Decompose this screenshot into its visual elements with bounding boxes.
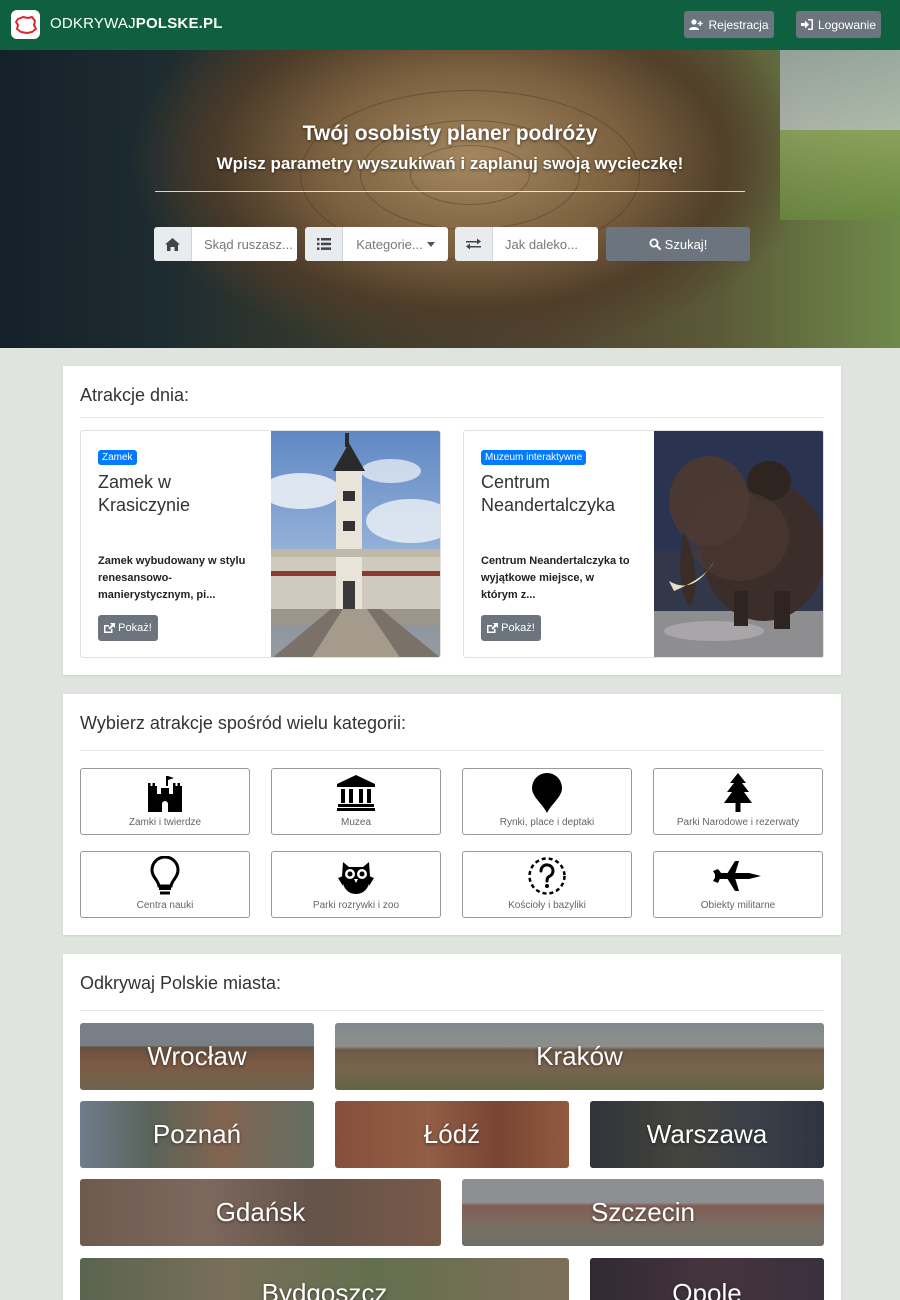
category-label: Rynki, place i deptaki bbox=[499, 817, 595, 828]
fighter-jet-icon bbox=[654, 856, 822, 896]
category-castles[interactable]: Zamki i twierdze bbox=[80, 768, 250, 835]
city-tile-bydgoszcz[interactable]: Bydgoszcz bbox=[80, 1258, 569, 1300]
city-tile-warszawa[interactable]: Warszawa bbox=[590, 1101, 824, 1168]
login-label: Logowanie bbox=[817, 17, 877, 32]
divider bbox=[80, 750, 824, 751]
user-plus-icon bbox=[689, 19, 704, 30]
mammoth-photo bbox=[654, 431, 823, 657]
category-badge: Zamek bbox=[98, 450, 137, 465]
divider bbox=[80, 417, 824, 418]
categories-title: Wybierz atrakcje spośród wielu kategorii… bbox=[80, 713, 406, 733]
distance-input[interactable]: Jak daleko... bbox=[493, 227, 598, 261]
attraction-description: Zamek wybudowany w stylu renesansowo-man… bbox=[98, 555, 246, 601]
museum-icon bbox=[272, 773, 440, 813]
city-name: Wrocław bbox=[147, 1041, 247, 1071]
brand-bold-text: POLSKE.PL bbox=[135, 15, 223, 32]
show-button[interactable]: Pokaż! bbox=[98, 615, 158, 641]
hero-subtitle: Wpisz parametry wyszukiwań i zaplanuj sw… bbox=[216, 154, 684, 173]
attractions-panel: Atrakcje dnia: Zamek Zamek w Krasiczynie… bbox=[63, 366, 841, 675]
brand-name[interactable]: ODKRYWAJPOLSKE.PL bbox=[50, 15, 223, 32]
city-tile-lodz[interactable]: Łódź bbox=[335, 1101, 569, 1168]
register-button[interactable]: Rejestracja bbox=[684, 11, 774, 38]
city-tile-wroclaw[interactable]: Wrocław bbox=[80, 1023, 314, 1090]
city-tile-poznan[interactable]: Poznań bbox=[80, 1101, 314, 1168]
lightbulb-icon bbox=[81, 856, 249, 896]
hero-title: Twój osobisty planer podróży bbox=[302, 122, 598, 145]
login-button[interactable]: Logowanie bbox=[796, 11, 881, 38]
search-button[interactable]: Szukaj! bbox=[606, 227, 750, 261]
categories-panel: Wybierz atrakcje spośród wielu kategorii… bbox=[63, 694, 841, 935]
category-input-group: Kategorie... bbox=[305, 227, 448, 261]
category-label: Parki Narodowe i rezerwaty bbox=[676, 817, 800, 828]
category-badge: Muzeum interaktywne bbox=[481, 450, 587, 465]
attraction-title[interactable]: Zamek w Krasiczynie bbox=[98, 471, 258, 517]
logo-poland-map-icon[interactable] bbox=[11, 10, 40, 39]
category-label: Kościoły i bazyliki bbox=[508, 900, 586, 911]
attractions-title: Atrakcje dnia: bbox=[80, 385, 190, 405]
share-icon bbox=[104, 623, 116, 633]
from-input-group: Skąd ruszasz... bbox=[154, 227, 297, 261]
attraction-title[interactable]: Centrum Neandertalczyka bbox=[481, 471, 641, 517]
share-icon bbox=[487, 623, 499, 633]
from-input[interactable]: Skąd ruszasz... bbox=[192, 227, 297, 261]
category-science-centers[interactable]: Centra nauki bbox=[80, 851, 250, 918]
category-military[interactable]: Obiekty militarne bbox=[653, 851, 823, 918]
category-select-label: Kategorie... bbox=[356, 236, 423, 252]
city-name: Poznań bbox=[152, 1119, 242, 1149]
question-icon bbox=[463, 856, 631, 896]
navbar: ODKRYWAJPOLSKE.PL Rejestracja Logowanie bbox=[0, 0, 900, 50]
category-amusement-parks[interactable]: Parki rozrywki i zoo bbox=[271, 851, 441, 918]
cities-title: Odkrywaj Polskie miasta: bbox=[80, 973, 282, 993]
city-name: Szczecin bbox=[590, 1197, 696, 1227]
city-tile-szczecin[interactable]: Szczecin bbox=[462, 1179, 824, 1246]
city-tile-krakow[interactable]: Kraków bbox=[335, 1023, 824, 1090]
sign-in-icon bbox=[800, 19, 813, 30]
hero-sky bbox=[780, 50, 900, 130]
category-label: Centra nauki bbox=[136, 900, 194, 911]
attraction-description: Centrum Neandertalczyka to wyjątkowe mie… bbox=[481, 555, 630, 601]
cities-panel: Odkrywaj Polskie miasta: Wrocław Kraków … bbox=[63, 954, 841, 1300]
show-button-label: Pokaż! bbox=[501, 622, 535, 634]
city-tile-opole[interactable]: Opole bbox=[590, 1258, 824, 1300]
show-button-label: Pokaż! bbox=[118, 622, 152, 634]
tree-icon bbox=[654, 773, 822, 813]
category-national-parks[interactable]: Parki Narodowe i rezerwaty bbox=[653, 768, 823, 835]
city-name: Gdańsk bbox=[215, 1197, 306, 1227]
city-name: Kraków bbox=[536, 1041, 623, 1071]
castle-photo bbox=[271, 431, 440, 657]
divider bbox=[80, 1010, 824, 1011]
castle-icon bbox=[81, 773, 249, 813]
city-name: Łódź bbox=[423, 1119, 481, 1149]
category-label: Obiekty militarne bbox=[700, 900, 776, 911]
attraction-card[interactable]: Zamek Zamek w Krasiczynie Zamek wybudowa… bbox=[80, 430, 441, 658]
home-icon bbox=[154, 227, 192, 261]
show-button[interactable]: Pokaż! bbox=[481, 615, 541, 641]
register-label: Rejestracja bbox=[708, 17, 769, 32]
category-label: Muzea bbox=[340, 817, 371, 828]
map-pin-icon bbox=[463, 773, 631, 813]
brand-light-text: ODKRYWAJ bbox=[50, 15, 136, 32]
category-museums[interactable]: Muzea bbox=[271, 768, 441, 835]
distance-input-group: Jak daleko... bbox=[455, 227, 598, 261]
category-label: Zamki i twierdze bbox=[128, 817, 202, 828]
exchange-icon bbox=[455, 227, 493, 261]
city-name: Opole bbox=[672, 1278, 742, 1300]
city-name: Bydgoszcz bbox=[261, 1278, 388, 1300]
category-select[interactable]: Kategorie... bbox=[343, 227, 448, 261]
list-icon bbox=[305, 227, 343, 261]
hero-divider bbox=[155, 191, 745, 192]
chevron-down-icon bbox=[426, 241, 435, 247]
owl-icon bbox=[272, 856, 440, 896]
category-churches[interactable]: Kościoły i bazyliki bbox=[462, 851, 632, 918]
city-tile-gdansk[interactable]: Gdańsk bbox=[80, 1179, 441, 1246]
category-label: Parki rozrywki i zoo bbox=[312, 900, 400, 911]
category-markets[interactable]: Rynki, place i deptaki bbox=[462, 768, 632, 835]
search-icon bbox=[649, 238, 661, 250]
search-label: Szukaj! bbox=[664, 236, 708, 252]
hero-banner: Twój osobisty planer podróży Wpisz param… bbox=[0, 50, 900, 348]
attraction-card[interactable]: Muzeum interaktywne Centrum Neandertalcz… bbox=[463, 430, 824, 658]
city-name: Warszawa bbox=[646, 1119, 768, 1149]
